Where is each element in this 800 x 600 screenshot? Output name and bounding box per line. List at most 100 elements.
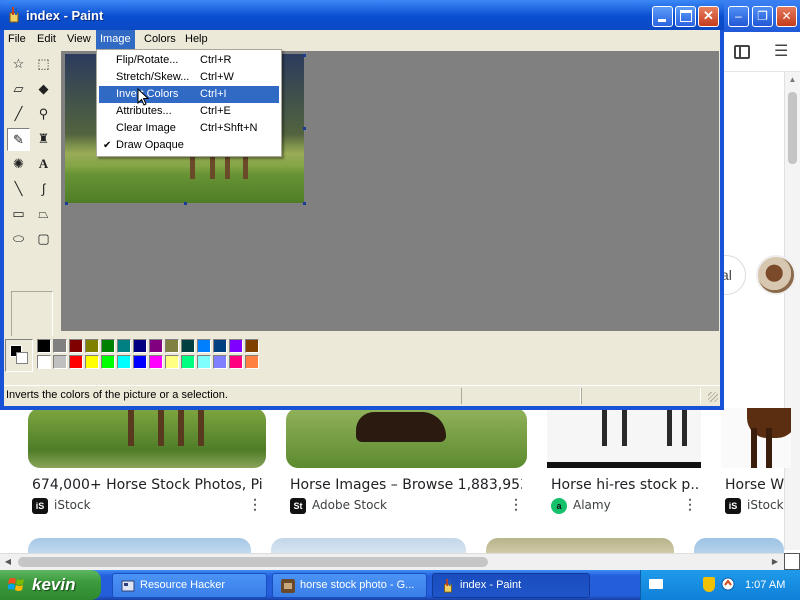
- result-image-4[interactable]: [721, 408, 791, 468]
- rectangle-icon[interactable]: ▭: [7, 203, 30, 226]
- resize-handle[interactable]: [184, 202, 187, 205]
- resize-handle[interactable]: [303, 202, 306, 205]
- resize-handle[interactable]: [65, 202, 68, 205]
- keyboard-icon[interactable]: [649, 579, 663, 589]
- palette-swatch[interactable]: [37, 339, 51, 353]
- palette-swatch[interactable]: [181, 339, 195, 353]
- result-image-2[interactable]: [286, 408, 527, 468]
- palette-swatch[interactable]: [133, 339, 147, 353]
- menu-item-flip-rotate[interactable]: Flip/Rotate... Ctrl+R: [99, 52, 279, 69]
- magnifier-icon[interactable]: ⚲: [32, 103, 55, 126]
- eraser-icon[interactable]: ▱: [7, 78, 30, 101]
- palette-swatch[interactable]: [85, 339, 99, 353]
- resize-handle[interactable]: [303, 127, 306, 130]
- result-title-4[interactable]: Horse Wh...: [725, 477, 784, 493]
- palette-swatch[interactable]: [37, 355, 51, 369]
- palette-swatch[interactable]: [69, 355, 83, 369]
- rect-select-icon[interactable]: ⬚: [32, 53, 55, 76]
- resize-grip[interactable]: [708, 392, 718, 402]
- browser-menu-icon[interactable]: ☰: [774, 42, 788, 62]
- menu-item-draw-opaque[interactable]: ✔ Draw Opaque: [99, 137, 279, 154]
- maximize-button[interactable]: [675, 6, 696, 27]
- resize-handle[interactable]: [303, 54, 306, 57]
- result-title-1[interactable]: 674,000+ Horse Stock Photos, Pic...: [32, 477, 262, 493]
- more-options-icon[interactable]: ⋮: [509, 496, 523, 513]
- palette-swatch[interactable]: [85, 355, 99, 369]
- task-browser[interactable]: horse stock photo - G...: [272, 573, 427, 598]
- menu-item-attributes[interactable]: Attributes... Ctrl+E: [99, 103, 279, 120]
- palette-swatch[interactable]: [101, 355, 115, 369]
- palette-swatch[interactable]: [229, 355, 243, 369]
- scroll-right-icon[interactable]: ▶: [767, 554, 783, 570]
- palette-swatch[interactable]: [181, 355, 195, 369]
- more-options-icon[interactable]: ⋮: [248, 496, 262, 513]
- menu-view[interactable]: View: [63, 30, 95, 49]
- toolbox: ☆ ⬚ ▱ ◆ ╱ ⚲ ✎ ♜ ✺ A ╲ ∫ ▭ ⏢ ⬭ ▢: [4, 50, 60, 357]
- palette-swatch[interactable]: [149, 339, 163, 353]
- text-icon[interactable]: A: [32, 153, 55, 176]
- brush-icon[interactable]: ♜: [32, 128, 55, 151]
- pencil-icon[interactable]: ✎: [7, 128, 30, 151]
- palette-swatch[interactable]: [53, 355, 67, 369]
- menu-file[interactable]: File: [4, 30, 30, 49]
- browser-minimize-button[interactable]: –: [728, 6, 749, 27]
- scroll-left-icon[interactable]: ◀: [0, 554, 16, 570]
- palette-swatch[interactable]: [165, 355, 179, 369]
- menu-help[interactable]: Help: [181, 30, 212, 49]
- network-icon[interactable]: [721, 577, 735, 592]
- more-options-icon[interactable]: ⋮: [683, 496, 697, 513]
- line-icon[interactable]: ╲: [7, 178, 30, 201]
- menu-item-invert-colors[interactable]: Invert Colors Ctrl+I: [99, 86, 279, 103]
- airbrush-icon[interactable]: ✺: [7, 153, 30, 176]
- palette-swatch[interactable]: [69, 339, 83, 353]
- color-indicator[interactable]: [5, 339, 33, 372]
- palette-swatch[interactable]: [213, 339, 227, 353]
- task-resource-hacker[interactable]: Resource Hacker: [112, 573, 267, 598]
- rounded-rect-icon[interactable]: ▢: [32, 228, 55, 251]
- ellipse-icon[interactable]: ⬭: [7, 228, 30, 251]
- palette-swatch[interactable]: [165, 339, 179, 353]
- result-title-3[interactable]: Horse hi-res stock p...: [551, 477, 699, 493]
- browser-horizontal-scrollbar[interactable]: ◀ ▶: [0, 553, 784, 570]
- palette-swatch[interactable]: [245, 355, 259, 369]
- result-title-2[interactable]: Horse Images – Browse 1,883,953...: [290, 477, 522, 493]
- task-paint[interactable]: index - Paint: [432, 573, 590, 598]
- palette-swatch[interactable]: [117, 355, 131, 369]
- menu-colors[interactable]: Colors: [140, 30, 180, 49]
- menu-image[interactable]: Image: [96, 30, 135, 49]
- free-select-icon[interactable]: ☆: [7, 53, 30, 76]
- menu-edit[interactable]: Edit: [33, 30, 60, 49]
- palette-swatch[interactable]: [53, 339, 67, 353]
- palette-swatch[interactable]: [133, 355, 147, 369]
- start-button[interactable]: kevin: [0, 570, 101, 600]
- result-image-1[interactable]: [28, 408, 266, 468]
- close-button[interactable]: ✕: [698, 6, 719, 27]
- palette-swatch[interactable]: [149, 355, 163, 369]
- background-color[interactable]: [16, 352, 28, 364]
- browser-close-button[interactable]: ✕: [776, 6, 797, 27]
- minimize-button[interactable]: [652, 6, 673, 27]
- palette-swatch[interactable]: [197, 339, 211, 353]
- scroll-thumb[interactable]: [788, 92, 797, 164]
- menu-item-clear-image[interactable]: Clear Image Ctrl+Shft+N: [99, 120, 279, 137]
- fill-icon[interactable]: ◆: [32, 78, 55, 101]
- paint-titlebar[interactable]: index - Paint ✕: [0, 0, 724, 30]
- scroll-up-icon[interactable]: ▲: [785, 72, 800, 88]
- browser-maximize-button[interactable]: ❐: [752, 6, 773, 27]
- palette-swatch[interactable]: [197, 355, 211, 369]
- browser-vertical-scrollbar[interactable]: ▲: [784, 72, 800, 550]
- palette-swatch[interactable]: [245, 339, 259, 353]
- polygon-icon[interactable]: ⏢: [32, 203, 55, 226]
- palette-swatch[interactable]: [101, 339, 115, 353]
- side-panel-icon[interactable]: [734, 45, 750, 59]
- palette-swatch[interactable]: [229, 339, 243, 353]
- menu-item-stretch-skew[interactable]: Stretch/Skew... Ctrl+W: [99, 69, 279, 86]
- curve-icon[interactable]: ∫: [32, 178, 55, 201]
- palette-swatch[interactable]: [213, 355, 227, 369]
- palette-swatch[interactable]: [117, 339, 131, 353]
- color-picker-icon[interactable]: ╱: [7, 103, 30, 126]
- related-search-thumbnail[interactable]: [756, 255, 796, 295]
- scroll-thumb[interactable]: [18, 557, 488, 567]
- result-image-3[interactable]: [547, 408, 701, 468]
- security-shield-icon[interactable]: [703, 577, 715, 592]
